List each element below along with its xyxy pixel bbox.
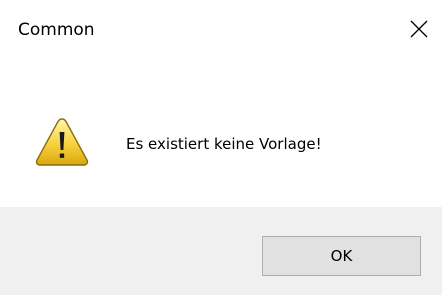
dialog-title: Common <box>18 20 95 40</box>
close-icon <box>410 20 428 38</box>
close-button[interactable] <box>402 10 436 48</box>
message-dialog: Common Es existiert keine Vorlage! OK <box>0 0 442 295</box>
warning-icon <box>35 118 89 166</box>
message-text: Es existiert keine Vorlage! <box>126 135 322 153</box>
ok-button[interactable]: OK <box>262 236 421 276</box>
button-bar: OK <box>0 207 442 295</box>
